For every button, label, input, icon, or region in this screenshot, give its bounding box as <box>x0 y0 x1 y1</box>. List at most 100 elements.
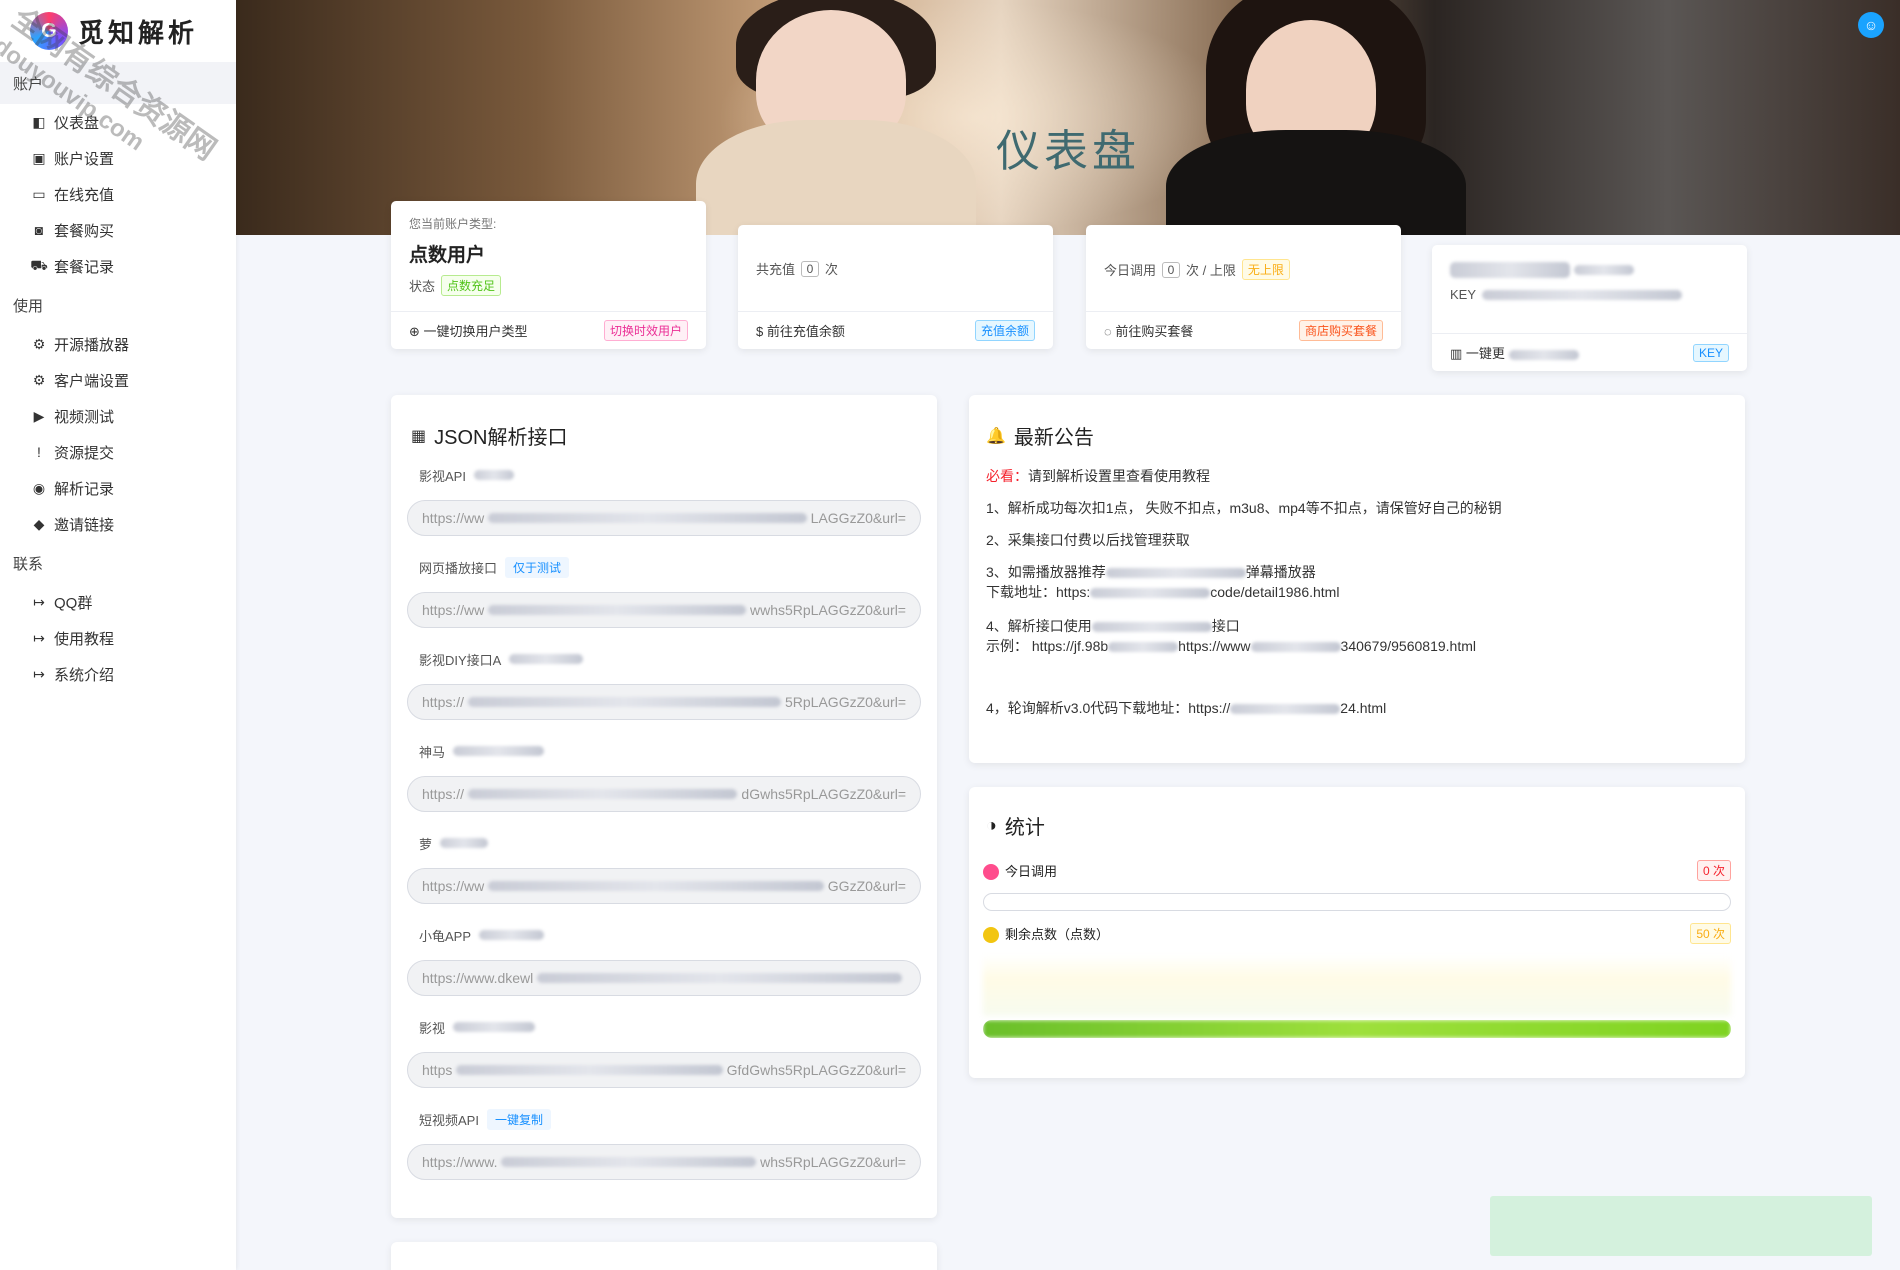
sidebar-item-label: 套餐记录 <box>54 258 115 276</box>
copy-button[interactable]: 一键复制 <box>486 1108 551 1130</box>
total-recharge-value: 0 <box>801 260 820 277</box>
limit-badge: 无上限 <box>1241 259 1290 280</box>
api-item-label: 影视API <box>419 468 466 484</box>
sidebar-item-label: 账户设置 <box>54 150 115 168</box>
total-recharge-label: 共充值 <box>756 262 796 277</box>
notice-panel: 🔔 最新公告 必看：请到解析设置里查看使用教程 1、解析成功每次扣1点， 失败不… <box>969 395 1745 763</box>
qq-icon[interactable]: ☺ <box>1858 12 1884 38</box>
json-api-panel: ▦ JSON解析接口 影视API https://ww LAGGzZ0&url= 网页… <box>391 395 937 1218</box>
sidebar-item[interactable]: ⛟ 套餐记录 <box>0 248 236 284</box>
notice-must-read: 必看：请到解析设置里查看使用教程 <box>986 468 1210 484</box>
sidebar-item[interactable]: ! 资源提交 <box>0 434 236 470</box>
json-api-title: JSON解析接口 <box>434 427 568 449</box>
sign-in-icon: ↦ <box>33 665 45 682</box>
sidebar-item[interactable]: ◙ 套餐购买 <box>0 212 236 248</box>
sidebar-item[interactable]: ◉ 解析记录 <box>0 470 236 506</box>
go-recharge-link[interactable]: $ 前往充值余额 <box>756 321 845 340</box>
today-calls-stat-value: 0 次 <box>1696 860 1731 881</box>
toast-notification[interactable] <box>1490 1196 1872 1256</box>
recharge-balance-button[interactable]: 充值余额 <box>974 320 1035 341</box>
api-list: 影视API https://ww LAGGzZ0&url= 网页播放接口 仅于测试 htt… <box>407 464 921 1180</box>
notice-line-2: 2、采集接口付费以后找管理获取 <box>986 532 1190 548</box>
api-item-label: 影视DIY接口A <box>419 652 502 668</box>
today-calls-progress <box>983 893 1731 911</box>
sidebar-item[interactable]: ◧ 仪表盘 <box>0 104 236 140</box>
update-key-link[interactable]: ▥ 一键更 <box>1450 343 1579 362</box>
sidebar-item[interactable]: ◆ 邀请链接 <box>0 506 236 542</box>
sidebar-item-label: QQ群 <box>54 594 93 612</box>
sidebar-item[interactable]: ▭ 在线充值 <box>0 176 236 212</box>
sidebar-item[interactable]: ↦ 使用教程 <box>0 620 236 656</box>
page-title: 仪表盘 <box>996 127 1140 176</box>
notice-line-4-example[interactable]: 示例： https://jf.98b https://www 340679/9560… <box>986 636 1728 656</box>
account-type-card: 您当前账户类型: 点数用户 状态 点数充足 ⊕ 一键切换用户类型 切换时效用户 <box>391 201 706 349</box>
api-url-input[interactable]: https GfdGwhs5RpLAGGzZ0&url= <box>407 1052 921 1088</box>
api-url-input[interactable]: https://ww GGzZ0&url= <box>407 868 921 904</box>
key-label: KEY <box>1450 287 1477 302</box>
status-label: 状态 <box>409 279 436 294</box>
notice-line-3-link[interactable]: 下载地址：https: code/detail1986.html <box>986 582 1728 602</box>
sidebar-item[interactable]: ↦ QQ群 <box>0 584 236 620</box>
tag-icon: ◆ <box>33 515 45 532</box>
brand[interactable]: G 觅知解析 <box>0 0 236 62</box>
account-type-value: 点数用户 <box>409 245 486 266</box>
buy-package-link[interactable]: ◌ 前往购买套餐 <box>1104 321 1193 340</box>
account-type-label: 您当前账户类型: <box>409 217 497 231</box>
notice-line-1: 1、解析成功每次扣1点， 失败不扣点，m3u8、mp4等不扣点，请保管好自己的秘… <box>986 500 1502 516</box>
hero-banner: 仪表盘 ☺ <box>236 0 1900 235</box>
api-item: 影视API https://ww LAGGzZ0&url= <box>407 464 921 536</box>
remain-points-progress <box>983 1020 1731 1038</box>
api-item-label: 萝 <box>419 836 433 852</box>
sidebar-item-label: 套餐购买 <box>54 222 115 240</box>
api-item-label: 网页播放接口 <box>419 560 498 576</box>
sidebar-item-label: 视频测试 <box>54 408 115 426</box>
switch-timed-user-button[interactable]: 切换时效用户 <box>603 320 688 341</box>
sidebar-nav: 账户 ◧ 仪表盘 ▣ 账户设置 ▭ 在线充值 ◙ 套餐购买 ⛟ 套餐记录 使用 ⚙ 开源播放器 ⚙ 客户端设置… <box>0 62 236 692</box>
api-url-input[interactable]: https://dGwhs5RpLAGGzZ0&url= <box>407 776 921 812</box>
api-url-input[interactable]: https://www. whs5RpLAGGzZ0&url= <box>407 1144 921 1180</box>
key-button[interactable]: KEY <box>1692 343 1729 362</box>
api-item-label: 影视 <box>419 1020 446 1036</box>
stats-panel: ◑ 统计 今日调用 0 次 剩余点数（点数） 50 次 <box>969 787 1745 1078</box>
usage-card: 今日调用 0 次 / 上限 无上限 ◌ 前往购买套餐 商店购买套餐 <box>1086 225 1401 349</box>
today-calls-label: 今日调用 <box>1104 263 1157 278</box>
sidebar-item[interactable]: ⚙ 客户端设置 <box>0 362 236 398</box>
notice-line-5[interactable]: 4，轮询解析v3.0代码下载地址：https://24.html <box>986 698 1728 718</box>
api-url-input[interactable]: https://5RpLAGGzZ0&url= <box>407 684 921 720</box>
api-url-input[interactable]: https://ww LAGGzZ0&url= <box>407 500 921 536</box>
shop-package-button[interactable]: 商店购买套餐 <box>1298 320 1383 341</box>
nav-section-title: 账户 <box>0 62 236 104</box>
alert-icon: ! <box>37 444 41 460</box>
copy-button[interactable]: 仅于测试 <box>505 556 570 578</box>
remain-dot-icon <box>983 927 999 944</box>
credit-card-icon: ▭ <box>32 185 46 202</box>
api-item-label: 短视频API <box>419 1112 479 1128</box>
today-calls-value: 0 <box>1162 261 1181 278</box>
key-card: KEY ▥ 一键更 KEY <box>1432 245 1747 371</box>
pie-chart-icon: ◑ <box>986 815 997 835</box>
sidebar-item[interactable]: ▶ 视频测试 <box>0 398 236 434</box>
dashboard-icon: ◧ <box>32 113 46 130</box>
api-item: 神马 https://dGwhs5RpLAGGzZ0&url= <box>407 740 921 812</box>
api-item: 影视DIY接口A https://5RpLAGGzZ0&url= <box>407 648 921 720</box>
remain-points-label: 剩余点数（点数） <box>1005 926 1110 942</box>
sidebar-item[interactable]: ↦ 系统介绍 <box>0 656 236 692</box>
brand-logo-icon: G <box>30 12 68 50</box>
sidebar-item[interactable]: ▣ 账户设置 <box>0 140 236 176</box>
sidebar-item-label: 邀请链接 <box>54 516 115 534</box>
stats-title: 统计 <box>1004 817 1045 839</box>
sidebar-item-label: 系统介绍 <box>54 666 115 684</box>
sidebar-item[interactable]: ⚙ 开源播放器 <box>0 326 236 362</box>
user-card-icon: ▣ <box>32 149 46 166</box>
api-url-input[interactable]: https://www.dkewl <box>407 960 921 996</box>
sidebar-item-label: 使用教程 <box>54 630 115 648</box>
sign-in-icon: ↦ <box>33 593 45 610</box>
api-item: 小龟APP https://www.dkewl <box>407 924 921 996</box>
api-item-label: 小龟APP <box>419 928 472 944</box>
sidebar-item-label: 客户端设置 <box>54 372 130 390</box>
switch-user-type-link[interactable]: ⊕ 一键切换用户类型 <box>409 321 528 340</box>
sidebar-item-label: 在线充值 <box>54 186 115 204</box>
sign-in-icon: ↦ <box>33 629 45 646</box>
api-url-input[interactable]: https://ww wwhs5RpLAGGzZ0&url= <box>407 592 921 628</box>
api-item: 网页播放接口 仅于测试 https://ww wwhs5RpLAGGzZ0&url= <box>407 556 921 628</box>
